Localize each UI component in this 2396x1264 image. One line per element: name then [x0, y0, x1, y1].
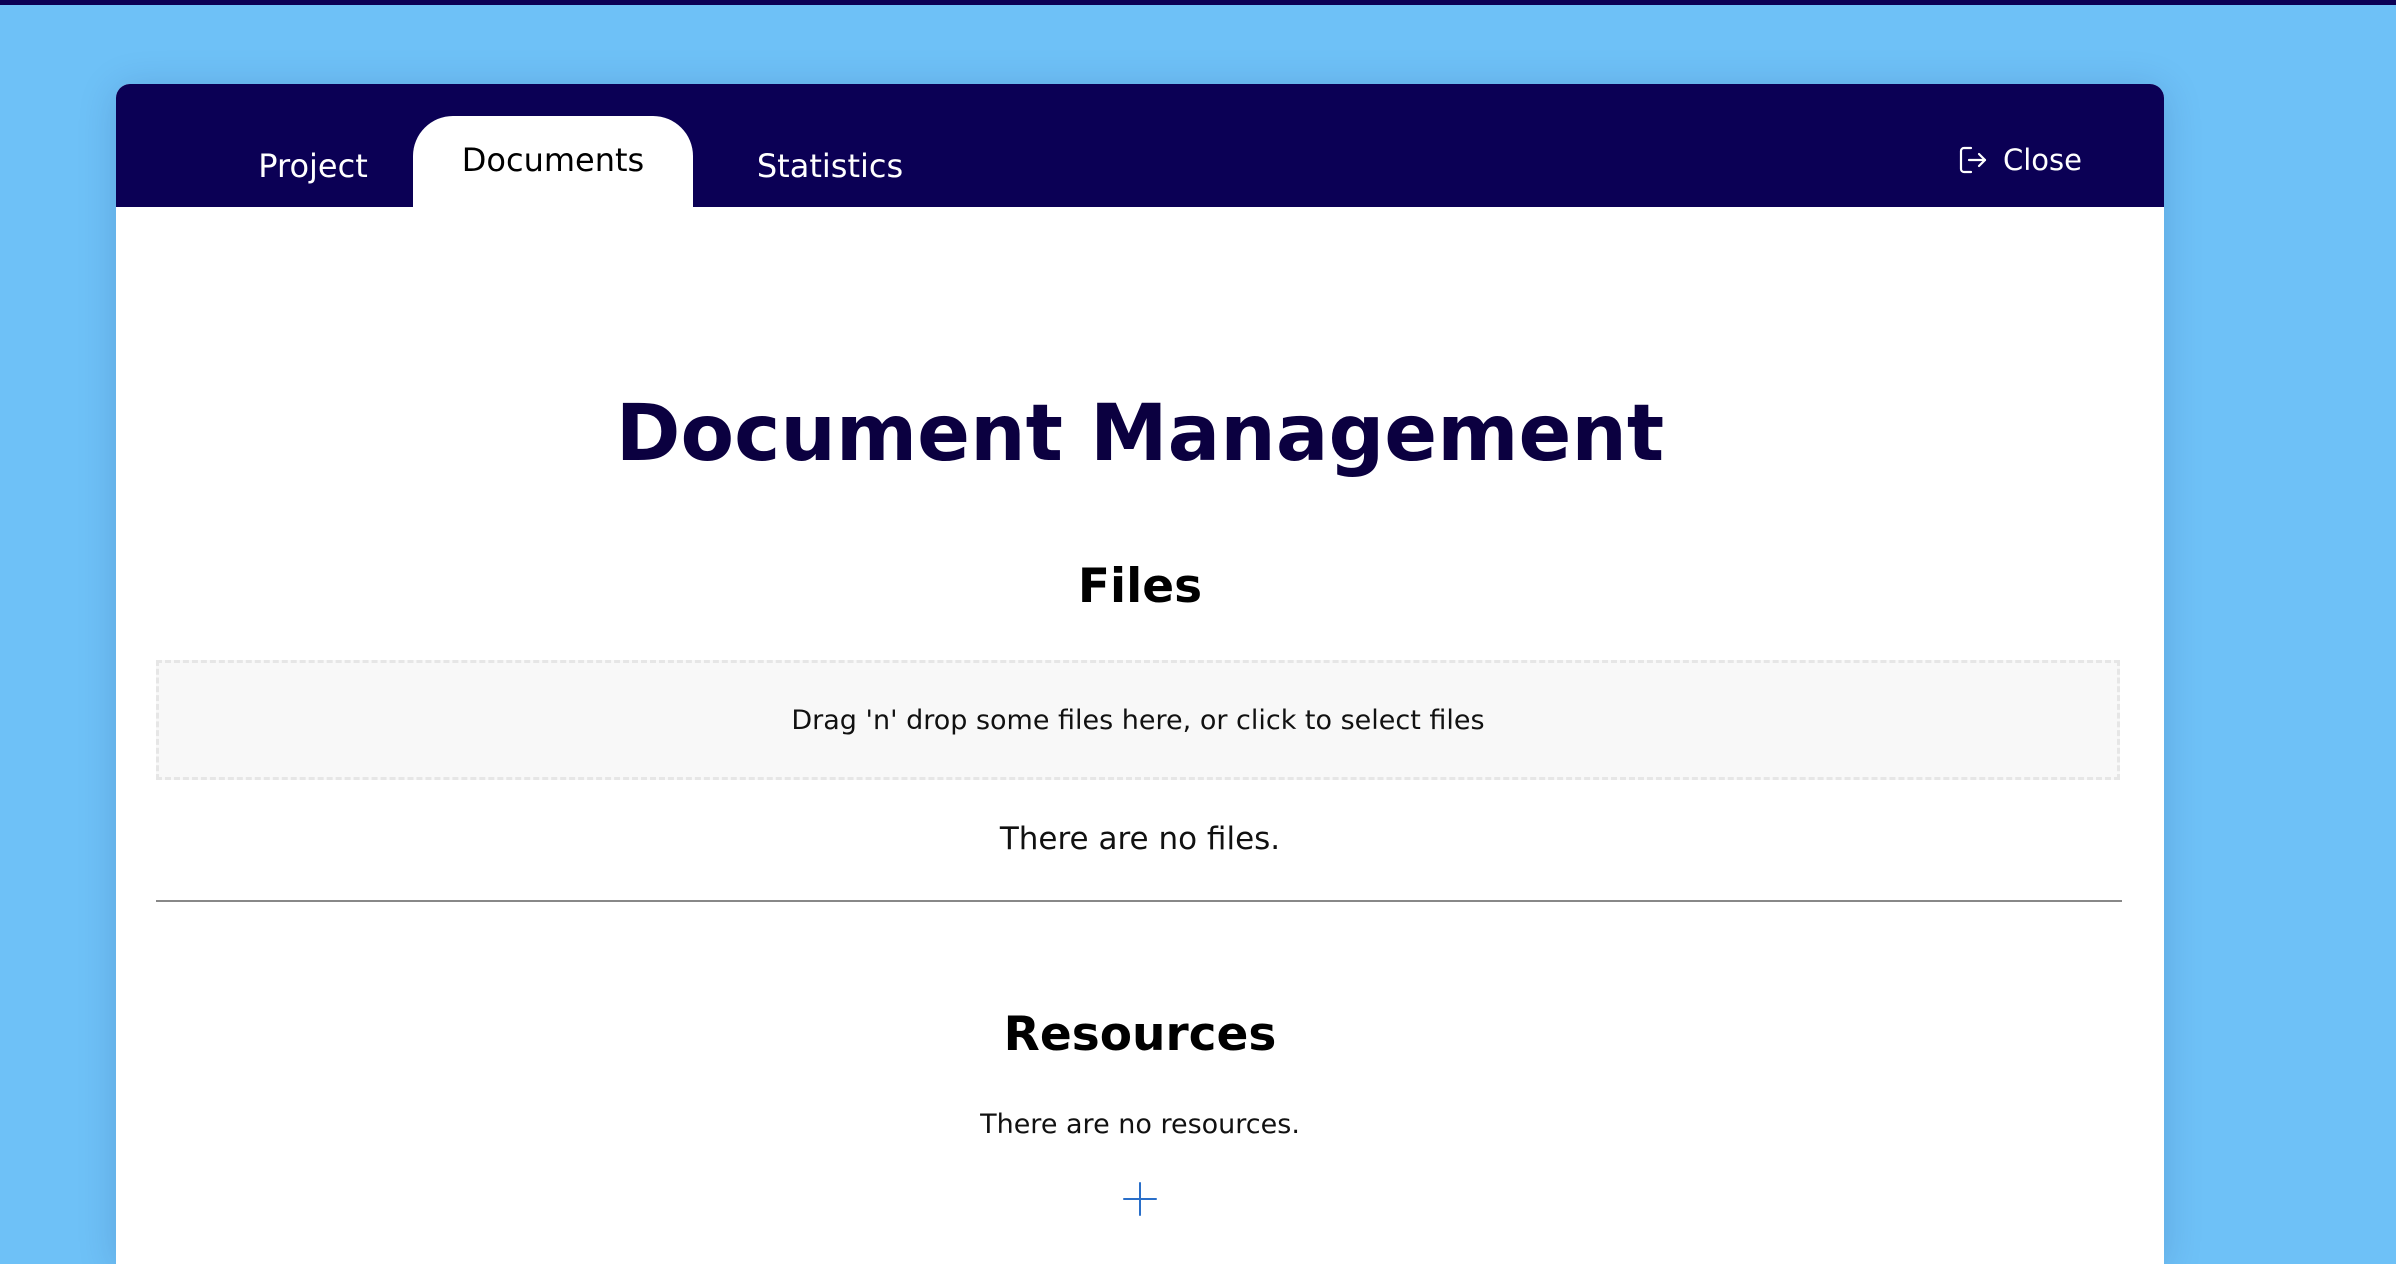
dropzone-text: Drag 'n' drop some files here, or click …	[791, 704, 1485, 736]
tab-statistics[interactable]: Statistics	[722, 116, 938, 207]
tab-project[interactable]: Project	[230, 116, 396, 207]
no-resources-text: There are no resources.	[980, 1109, 1300, 1140]
close-button[interactable]: Close	[1957, 132, 2082, 188]
section-divider	[156, 900, 2122, 902]
page-title: Document Management	[615, 389, 1665, 479]
resources-heading: Resources	[1003, 1007, 1277, 1062]
plus-icon	[1122, 1181, 1158, 1221]
document-modal: Project Documents Statistics Close Docum…	[116, 84, 2164, 1264]
close-label: Close	[2003, 143, 2082, 177]
files-heading: Files	[1077, 559, 1203, 614]
add-resource-button[interactable]	[1116, 1177, 1164, 1225]
no-files-text: There are no files.	[999, 821, 1281, 857]
file-dropzone[interactable]: Drag 'n' drop some files here, or click …	[156, 660, 2120, 780]
top-border	[0, 0, 2396, 5]
tab-documents[interactable]: Documents	[413, 116, 693, 207]
tab-bar: Project Documents Statistics Close	[116, 84, 2164, 207]
exit-icon	[1957, 144, 1989, 176]
